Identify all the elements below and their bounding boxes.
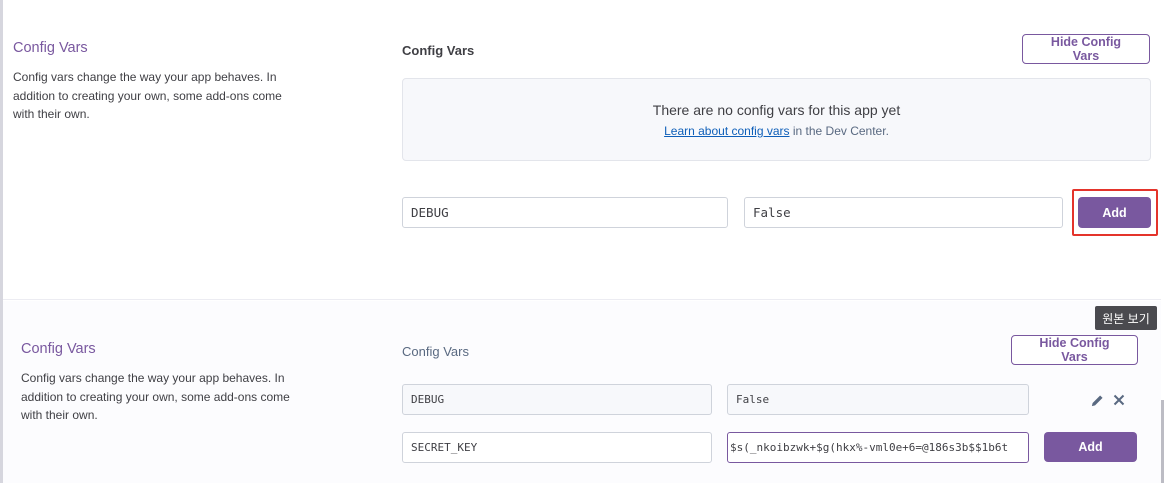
key-input[interactable]: DEBUG [402,197,728,228]
help-suffix: in the Dev Center. [789,124,889,138]
hide-config-vars-button[interactable]: Hide Config Vars [1011,335,1138,365]
help-text: Learn about config vars in the Dev Cente… [403,124,1150,138]
new-key-input[interactable]: SECRET_KEY [402,432,712,463]
panel-title: Config Vars [402,344,469,359]
section-description: Config vars change the way your app beha… [21,371,290,422]
pencil-icon[interactable] [1088,391,1106,409]
new-value-input[interactable]: $s(_nkoibzwk+$g(hkx%-vml0e+6=@186s3b$$1b… [727,432,1029,463]
add-button[interactable]: Add [1078,197,1151,228]
config-var-key[interactable]: DEBUG [402,384,712,415]
empty-state: There are no config vars for this app ye… [402,78,1151,161]
section-title: Config Vars [21,341,96,357]
config-var-value[interactable]: False [727,384,1029,415]
section-title: Config Vars [13,40,88,56]
view-original-tooltip: 원본 보기 [1095,306,1157,330]
config-vars-panel-original: Config Vars Config vars change the way y… [3,0,1161,300]
add-button[interactable]: Add [1044,432,1137,462]
close-icon[interactable] [1110,391,1128,409]
empty-message: There are no config vars for this app ye… [652,102,901,118]
value-input[interactable]: False [744,197,1063,228]
hide-config-vars-button[interactable]: Hide Config Vars [1022,34,1150,64]
panel-title: Config Vars [402,43,475,58]
page: Config Vars Config vars change the way y… [0,0,1164,483]
config-vars-panel-result: Config Vars Config vars change the way y… [3,301,1161,483]
learn-config-vars-link[interactable]: Learn about config vars [664,124,789,138]
section-description: Config vars change the way your app beha… [13,70,282,121]
